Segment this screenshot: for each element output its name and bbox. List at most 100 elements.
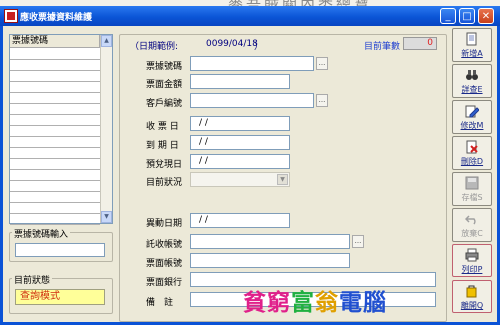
- delete-document-icon: [466, 140, 478, 154]
- bill-list[interactable]: 票據號碼 ▲ ▼: [9, 34, 113, 225]
- list-row[interactable]: [10, 159, 100, 170]
- status-combobox[interactable]: ▼: [190, 172, 290, 187]
- close-button[interactable]: ✕: [478, 8, 494, 24]
- list-row[interactable]: [10, 170, 100, 181]
- save-button[interactable]: 存檔S: [452, 172, 492, 206]
- list-row[interactable]: [10, 93, 100, 104]
- app-window: 應收票據資料維護 _ □ ✕ 票據號碼 ▲ ▼ 票據號碼輸入 目前狀態 查詢模式…: [0, 6, 500, 325]
- list-row[interactable]: [10, 104, 100, 115]
- list-row[interactable]: [10, 82, 100, 93]
- exit-button[interactable]: 離開Q: [452, 280, 492, 313]
- status-field-label: 目前狀況: [146, 178, 183, 188]
- delete-button-label: 刪除D: [460, 157, 484, 166]
- date-range-example: 0099/04/18: [206, 39, 258, 49]
- expected-date-label: 預兌現日: [146, 160, 183, 170]
- printer-icon: [465, 248, 479, 262]
- expected-date-field[interactable]: / /: [190, 154, 290, 169]
- list-row[interactable]: [10, 214, 100, 225]
- customer-no-field[interactable]: [190, 93, 314, 108]
- detail-button[interactable]: 詳查E: [452, 64, 492, 98]
- date-range-label: （日期範例:: [130, 42, 179, 52]
- list-row[interactable]: [10, 126, 100, 137]
- logo-char-6: 腦: [363, 290, 387, 316]
- customer-lookup-button[interactable]: ...: [316, 94, 328, 107]
- list-row[interactable]: [10, 137, 100, 148]
- logo-char-2: 窮: [267, 290, 291, 316]
- print-button-label: 列印P: [461, 265, 483, 274]
- record-form-group: （日期範例: 0099/04/18 ） 目前筆數 0 票據號碼 ... 票面金額…: [119, 34, 447, 322]
- undo-arrow-icon: [465, 215, 476, 225]
- app-icon[interactable]: [4, 9, 18, 23]
- chevron-down-icon[interactable]: ▼: [277, 174, 288, 185]
- list-row[interactable]: [10, 115, 100, 126]
- form-body: 票據號碼 ▲ ▼ 票據號碼輸入 目前狀態 查詢模式 （日期範例: 0099/04…: [3, 26, 497, 322]
- exit-button-label: 離開Q: [460, 301, 484, 310]
- due-date-label: 到 期 日: [146, 141, 179, 151]
- list-row[interactable]: [10, 60, 100, 71]
- bill-account-field[interactable]: [190, 253, 350, 268]
- scroll-up-icon[interactable]: ▲: [101, 35, 112, 47]
- window-title: 應收票據資料維護: [20, 13, 93, 23]
- list-row[interactable]: [10, 192, 100, 203]
- status-value: 查詢模式: [15, 289, 105, 305]
- amount-label: 票面金額: [146, 80, 183, 90]
- floppy-disk-icon: [465, 176, 479, 190]
- receive-date-label: 收 票 日: [146, 122, 179, 132]
- new-document-icon: [466, 32, 477, 46]
- collect-account-lookup-button[interactable]: ...: [352, 235, 364, 248]
- bill-input-group: 票據號碼輸入: [9, 227, 113, 262]
- bill-no-label: 票據號碼: [146, 62, 183, 72]
- add-button-label: 新增A: [461, 49, 483, 58]
- logo-char-4: 翁: [315, 290, 339, 316]
- action-toolbar: 新增A 詳查E 修改M 刪除D 存檔S 放棄C 列印P 離開Q: [451, 28, 494, 320]
- add-button[interactable]: 新增A: [452, 28, 492, 62]
- date-range-close: ）: [254, 42, 264, 52]
- record-count-label: 目前筆數: [364, 42, 401, 52]
- note-label: 備 註: [146, 298, 174, 308]
- record-count-value: 0: [403, 37, 437, 50]
- bill-no-lookup-button[interactable]: ...: [316, 57, 328, 70]
- logo-char-3: 富: [291, 290, 315, 316]
- cancel-button-label: 放棄C: [461, 229, 483, 238]
- bill-number-input[interactable]: [15, 243, 105, 257]
- logo-char-1: 貧: [243, 290, 267, 316]
- minimize-button[interactable]: _: [440, 8, 456, 24]
- edit-button[interactable]: 修改M: [452, 100, 492, 134]
- change-date-field[interactable]: / /: [190, 213, 290, 228]
- list-rows: [10, 49, 100, 225]
- list-scrollbar[interactable]: ▲ ▼: [100, 35, 112, 223]
- cancel-button[interactable]: 放棄C: [452, 208, 492, 242]
- bill-input-label: 票據號碼輸入: [12, 227, 71, 240]
- binoculars-icon: [466, 70, 478, 80]
- print-button[interactable]: 列印P: [452, 244, 492, 277]
- due-date-field[interactable]: / /: [190, 135, 290, 150]
- bill-account-label: 票面帳號: [146, 259, 183, 269]
- detail-button-label: 詳查E: [461, 85, 483, 94]
- collect-account-field[interactable]: [190, 234, 350, 249]
- list-row[interactable]: [10, 203, 100, 214]
- scroll-down-icon[interactable]: ▼: [101, 211, 112, 223]
- status-group: 目前狀態 查詢模式: [9, 273, 113, 314]
- save-button-label: 存檔S: [461, 193, 483, 202]
- list-row[interactable]: [10, 49, 100, 60]
- bill-bank-label: 票面銀行: [146, 278, 183, 288]
- title-bar: 應收票據資料維護 _ □ ✕: [0, 6, 500, 26]
- edit-button-label: 修改M: [460, 121, 484, 130]
- change-date-label: 異動日期: [146, 219, 183, 229]
- edit-document-icon: [465, 105, 479, 118]
- list-row[interactable]: [10, 71, 100, 82]
- delete-button[interactable]: 刪除D: [452, 136, 492, 170]
- list-row[interactable]: [10, 181, 100, 192]
- receive-date-field[interactable]: / /: [190, 116, 290, 131]
- list-header: 票據號碼: [10, 35, 100, 48]
- list-row[interactable]: [10, 148, 100, 159]
- exit-door-icon: [466, 285, 477, 298]
- logo-char-5: 電: [339, 290, 363, 316]
- status-label: 目前狀態: [12, 273, 53, 286]
- amount-field[interactable]: [190, 74, 290, 89]
- customer-no-label: 客戶編號: [146, 99, 183, 109]
- brand-logo: 貧窮富翁電腦: [243, 283, 387, 317]
- collect-account-label: 託收帳號: [146, 240, 183, 250]
- maximize-button[interactable]: □: [459, 8, 475, 24]
- bill-no-field[interactable]: [190, 56, 314, 71]
